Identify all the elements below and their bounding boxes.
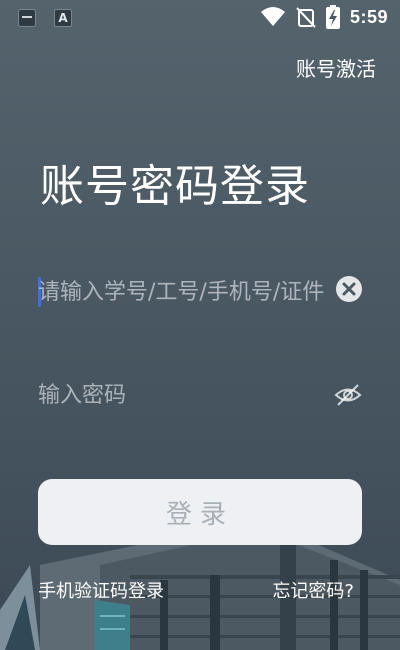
forgot-password-link[interactable]: 忘记密码? <box>272 577 354 603</box>
wifi-icon <box>260 7 285 26</box>
account-input[interactable] <box>38 270 334 314</box>
clear-input-button[interactable] <box>336 276 362 302</box>
login-button[interactable]: 登录 <box>38 479 362 545</box>
clear-icon <box>342 282 356 296</box>
password-field <box>38 373 362 417</box>
app-notification-icon <box>18 9 36 27</box>
account-field <box>38 270 362 314</box>
page-title: 账号密码登录 <box>40 161 310 212</box>
toggle-password-visibility-button[interactable] <box>334 381 362 409</box>
password-input[interactable] <box>38 373 334 417</box>
eye-hidden-icon <box>334 384 362 406</box>
sms-login-link[interactable]: 手机验证码登录 <box>38 577 164 603</box>
activate-account-link[interactable]: 账号激活 <box>296 53 376 82</box>
keyboard-a-icon: A <box>54 9 72 27</box>
status-time: 5:59 <box>349 6 388 27</box>
status-bar-left: A <box>18 9 72 27</box>
status-bar: A 5:59 <box>0 0 400 36</box>
battery-charging-icon <box>325 5 340 29</box>
no-signal-icon <box>296 7 316 28</box>
status-bar-right: 5:59 <box>260 5 388 29</box>
